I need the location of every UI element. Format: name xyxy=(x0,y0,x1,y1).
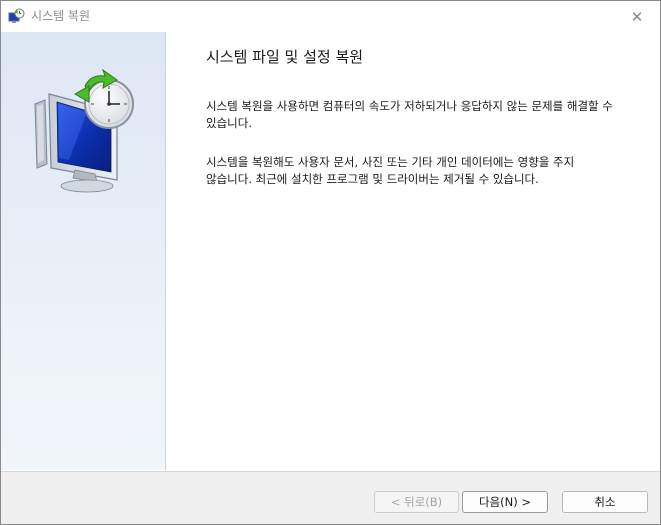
side-panel xyxy=(1,32,166,470)
cancel-button[interactable]: 취소 xyxy=(562,491,648,513)
title-bar[interactable]: 시스템 복원 ✕ xyxy=(1,1,660,32)
system-restore-icon xyxy=(8,8,25,23)
close-icon: ✕ xyxy=(630,7,644,26)
next-button[interactable]: 다음(N) > xyxy=(462,491,548,513)
page-title: 시스템 파일 및 설정 복원 xyxy=(206,48,364,66)
window-title: 시스템 복원 xyxy=(31,9,91,23)
system-restore-monitor-clock-icon xyxy=(34,68,134,193)
description-paragraph-1: 시스템 복원을 사용하면 컴퓨터의 속도가 저하되거나 응답하지 않는 문제를 … xyxy=(206,99,613,130)
description-paragraph-2: 시스템을 복원해도 사용자 문서, 사진 또는 기타 개인 데이터에는 영향을 … xyxy=(206,155,575,186)
back-button[interactable]: < 뒤로(B) xyxy=(374,491,459,513)
close-button[interactable]: ✕ xyxy=(614,1,660,32)
button-bar: < 뒤로(B) 다음(N) > 취소 xyxy=(1,471,660,524)
system-restore-window: 시스템 복원 ✕ 시스템 파일 및 설정 복원 시스템 복원을 사용하면 컴퓨터… xyxy=(0,0,661,525)
